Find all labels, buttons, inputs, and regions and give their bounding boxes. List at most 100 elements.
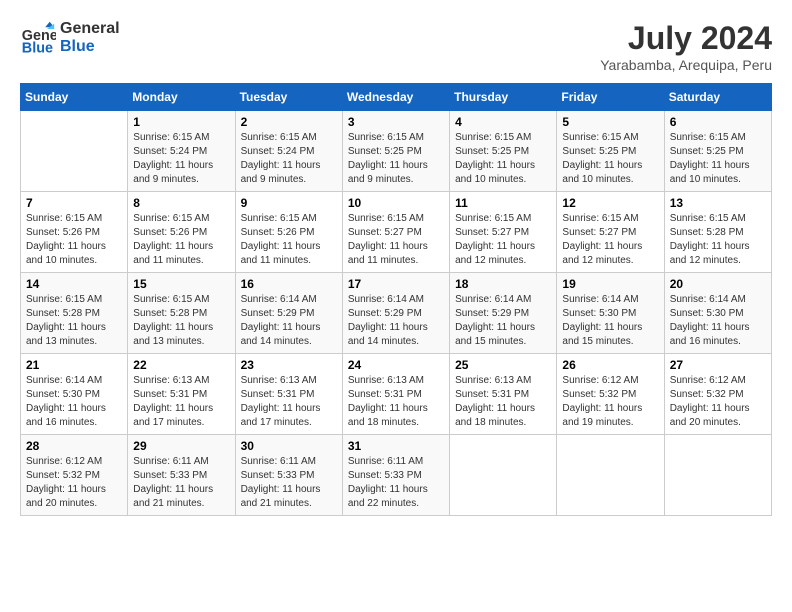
calendar-cell: 26Sunrise: 6:12 AM Sunset: 5:32 PM Dayli… [557, 354, 664, 435]
calendar-cell: 18 Sunrise: 6:14 AM Sunset: 5:29 PM Dayli… [450, 273, 557, 354]
day-info: Sunrise: 6:15 AM Sunset: 5:26 PM Dayligh… [241, 212, 337, 268]
day-info: Sunrise: 6:13 AM Sunset: 5:31 PM Dayligh… [348, 374, 444, 430]
calendar-cell: 6 Sunrise: 6:15 AM Sunset: 5:25 PM Daylig… [664, 111, 771, 192]
calendar-cell: 25 Sunrise: 6:13 AM Sunset: 5:31 PM Dayli… [450, 354, 557, 435]
day-info: Sunrise: 6:15 AM Sunset: 5:27 PM Dayligh… [348, 212, 444, 268]
calendar-cell: 1 Sunrise: 6:15 AM Sunset: 5:24 PM Daylig… [128, 111, 235, 192]
day-number: 22 [133, 358, 229, 372]
day-number: 31 [348, 439, 444, 453]
day-info: Sunrise: 6:13 AM Sunset: 5:31 PM Dayligh… [455, 374, 551, 430]
calendar-week-5: 28Sunrise: 6:12 AM Sunset: 5:32 PM Dayli… [21, 435, 772, 516]
day-info: Sunrise: 6:11 AM Sunset: 5:33 PM Dayligh… [133, 455, 229, 511]
day-info: Sunrise: 6:15 AM Sunset: 5:25 PM Dayligh… [348, 131, 444, 187]
calendar-cell: 12Sunrise: 6:15 AM Sunset: 5:27 PM Dayli… [557, 192, 664, 273]
logo-icon: General Blue [20, 20, 56, 56]
day-info: Sunrise: 6:15 AM Sunset: 5:28 PM Dayligh… [133, 293, 229, 349]
calendar-cell: 15 Sunrise: 6:15 AM Sunset: 5:28 PM Dayli… [128, 273, 235, 354]
day-number: 25 [455, 358, 551, 372]
day-number: 28 [26, 439, 122, 453]
day-number: 29 [133, 439, 229, 453]
logo: General Blue General Blue [20, 20, 120, 56]
month-year-title: July 2024 [600, 20, 772, 57]
calendar-cell: 10 Sunrise: 6:15 AM Sunset: 5:27 PM Dayli… [342, 192, 449, 273]
day-info: Sunrise: 6:12 AM Sunset: 5:32 PM Dayligh… [670, 374, 766, 430]
day-info: Sunrise: 6:13 AM Sunset: 5:31 PM Dayligh… [133, 374, 229, 430]
day-info: Sunrise: 6:14 AM Sunset: 5:30 PM Dayligh… [26, 374, 122, 430]
day-number: 30 [241, 439, 337, 453]
day-info: Sunrise: 6:14 AM Sunset: 5:29 PM Dayligh… [241, 293, 337, 349]
calendar-cell: 2Sunrise: 6:15 AM Sunset: 5:24 PM Daylig… [235, 111, 342, 192]
day-info: Sunrise: 6:15 AM Sunset: 5:26 PM Dayligh… [26, 212, 122, 268]
day-number: 3 [348, 115, 444, 129]
day-number: 20 [670, 277, 766, 291]
day-number: 24 [348, 358, 444, 372]
weekday-header-wednesday: Wednesday [342, 84, 449, 111]
calendar-cell: 29 Sunrise: 6:11 AM Sunset: 5:33 PM Dayli… [128, 435, 235, 516]
day-info: Sunrise: 6:15 AM Sunset: 5:24 PM Dayligh… [241, 131, 337, 187]
calendar-cell: 23Sunrise: 6:13 AM Sunset: 5:31 PM Dayli… [235, 354, 342, 435]
calendar-week-1: 1 Sunrise: 6:15 AM Sunset: 5:24 PM Daylig… [21, 111, 772, 192]
calendar-cell: 31Sunrise: 6:11 AM Sunset: 5:33 PM Dayli… [342, 435, 449, 516]
day-number: 15 [133, 277, 229, 291]
calendar-header: SundayMondayTuesdayWednesdayThursdayFrid… [21, 84, 772, 111]
weekday-header-row: SundayMondayTuesdayWednesdayThursdayFrid… [21, 84, 772, 111]
day-info: Sunrise: 6:15 AM Sunset: 5:28 PM Dayligh… [670, 212, 766, 268]
day-number: 5 [562, 115, 658, 129]
calendar-cell: 17 Sunrise: 6:14 AM Sunset: 5:29 PM Dayli… [342, 273, 449, 354]
calendar-cell: 9 Sunrise: 6:15 AM Sunset: 5:26 PM Daylig… [235, 192, 342, 273]
calendar-cell: 19Sunrise: 6:14 AM Sunset: 5:30 PM Dayli… [557, 273, 664, 354]
weekday-header-tuesday: Tuesday [235, 84, 342, 111]
weekday-header-saturday: Saturday [664, 84, 771, 111]
day-info: Sunrise: 6:15 AM Sunset: 5:26 PM Dayligh… [133, 212, 229, 268]
day-number: 17 [348, 277, 444, 291]
day-info: Sunrise: 6:14 AM Sunset: 5:29 PM Dayligh… [348, 293, 444, 349]
calendar-cell: 8 Sunrise: 6:15 AM Sunset: 5:26 PM Daylig… [128, 192, 235, 273]
day-number: 27 [670, 358, 766, 372]
day-number: 19 [562, 277, 658, 291]
page-header: General Blue General Blue July 2024 Yara… [20, 20, 772, 73]
day-number: 14 [26, 277, 122, 291]
day-info: Sunrise: 6:15 AM Sunset: 5:24 PM Dayligh… [133, 131, 229, 187]
logo-line2: Blue [60, 38, 120, 56]
day-number: 4 [455, 115, 551, 129]
calendar-cell: 3 Sunrise: 6:15 AM Sunset: 5:25 PM Daylig… [342, 111, 449, 192]
calendar-cell: 22 Sunrise: 6:13 AM Sunset: 5:31 PM Dayli… [128, 354, 235, 435]
day-number: 18 [455, 277, 551, 291]
calendar-table: SundayMondayTuesdayWednesdayThursdayFrid… [20, 83, 772, 516]
day-number: 6 [670, 115, 766, 129]
calendar-cell: 30 Sunrise: 6:11 AM Sunset: 5:33 PM Dayli… [235, 435, 342, 516]
calendar-week-4: 21 Sunrise: 6:14 AM Sunset: 5:30 PM Dayli… [21, 354, 772, 435]
day-info: Sunrise: 6:15 AM Sunset: 5:25 PM Dayligh… [562, 131, 658, 187]
day-number: 13 [670, 196, 766, 210]
calendar-cell: 20Sunrise: 6:14 AM Sunset: 5:30 PM Dayli… [664, 273, 771, 354]
day-number: 23 [241, 358, 337, 372]
svg-text:Blue: Blue [22, 40, 53, 56]
day-number: 1 [133, 115, 229, 129]
day-info: Sunrise: 6:15 AM Sunset: 5:25 PM Dayligh… [670, 131, 766, 187]
day-number: 10 [348, 196, 444, 210]
day-number: 11 [455, 196, 551, 210]
logo-line1: General [60, 20, 120, 38]
day-number: 8 [133, 196, 229, 210]
day-number: 16 [241, 277, 337, 291]
day-number: 7 [26, 196, 122, 210]
calendar-cell [664, 435, 771, 516]
day-info: Sunrise: 6:14 AM Sunset: 5:29 PM Dayligh… [455, 293, 551, 349]
calendar-cell [21, 111, 128, 192]
calendar-cell: 13 Sunrise: 6:15 AM Sunset: 5:28 PM Dayli… [664, 192, 771, 273]
day-info: Sunrise: 6:15 AM Sunset: 5:27 PM Dayligh… [455, 212, 551, 268]
day-number: 21 [26, 358, 122, 372]
calendar-cell: 21 Sunrise: 6:14 AM Sunset: 5:30 PM Dayli… [21, 354, 128, 435]
day-number: 9 [241, 196, 337, 210]
calendar-body: 1 Sunrise: 6:15 AM Sunset: 5:24 PM Daylig… [21, 111, 772, 516]
calendar-week-2: 7 Sunrise: 6:15 AM Sunset: 5:26 PM Daylig… [21, 192, 772, 273]
calendar-cell: 24 Sunrise: 6:13 AM Sunset: 5:31 PM Dayli… [342, 354, 449, 435]
day-info: Sunrise: 6:11 AM Sunset: 5:33 PM Dayligh… [241, 455, 337, 511]
calendar-cell: 7 Sunrise: 6:15 AM Sunset: 5:26 PM Daylig… [21, 192, 128, 273]
day-number: 26 [562, 358, 658, 372]
calendar-cell: 4Sunrise: 6:15 AM Sunset: 5:25 PM Daylig… [450, 111, 557, 192]
calendar-cell [450, 435, 557, 516]
calendar-week-3: 14 Sunrise: 6:15 AM Sunset: 5:28 PM Dayli… [21, 273, 772, 354]
calendar-cell: 16 Sunrise: 6:14 AM Sunset: 5:29 PM Dayli… [235, 273, 342, 354]
calendar-cell: 11 Sunrise: 6:15 AM Sunset: 5:27 PM Dayli… [450, 192, 557, 273]
